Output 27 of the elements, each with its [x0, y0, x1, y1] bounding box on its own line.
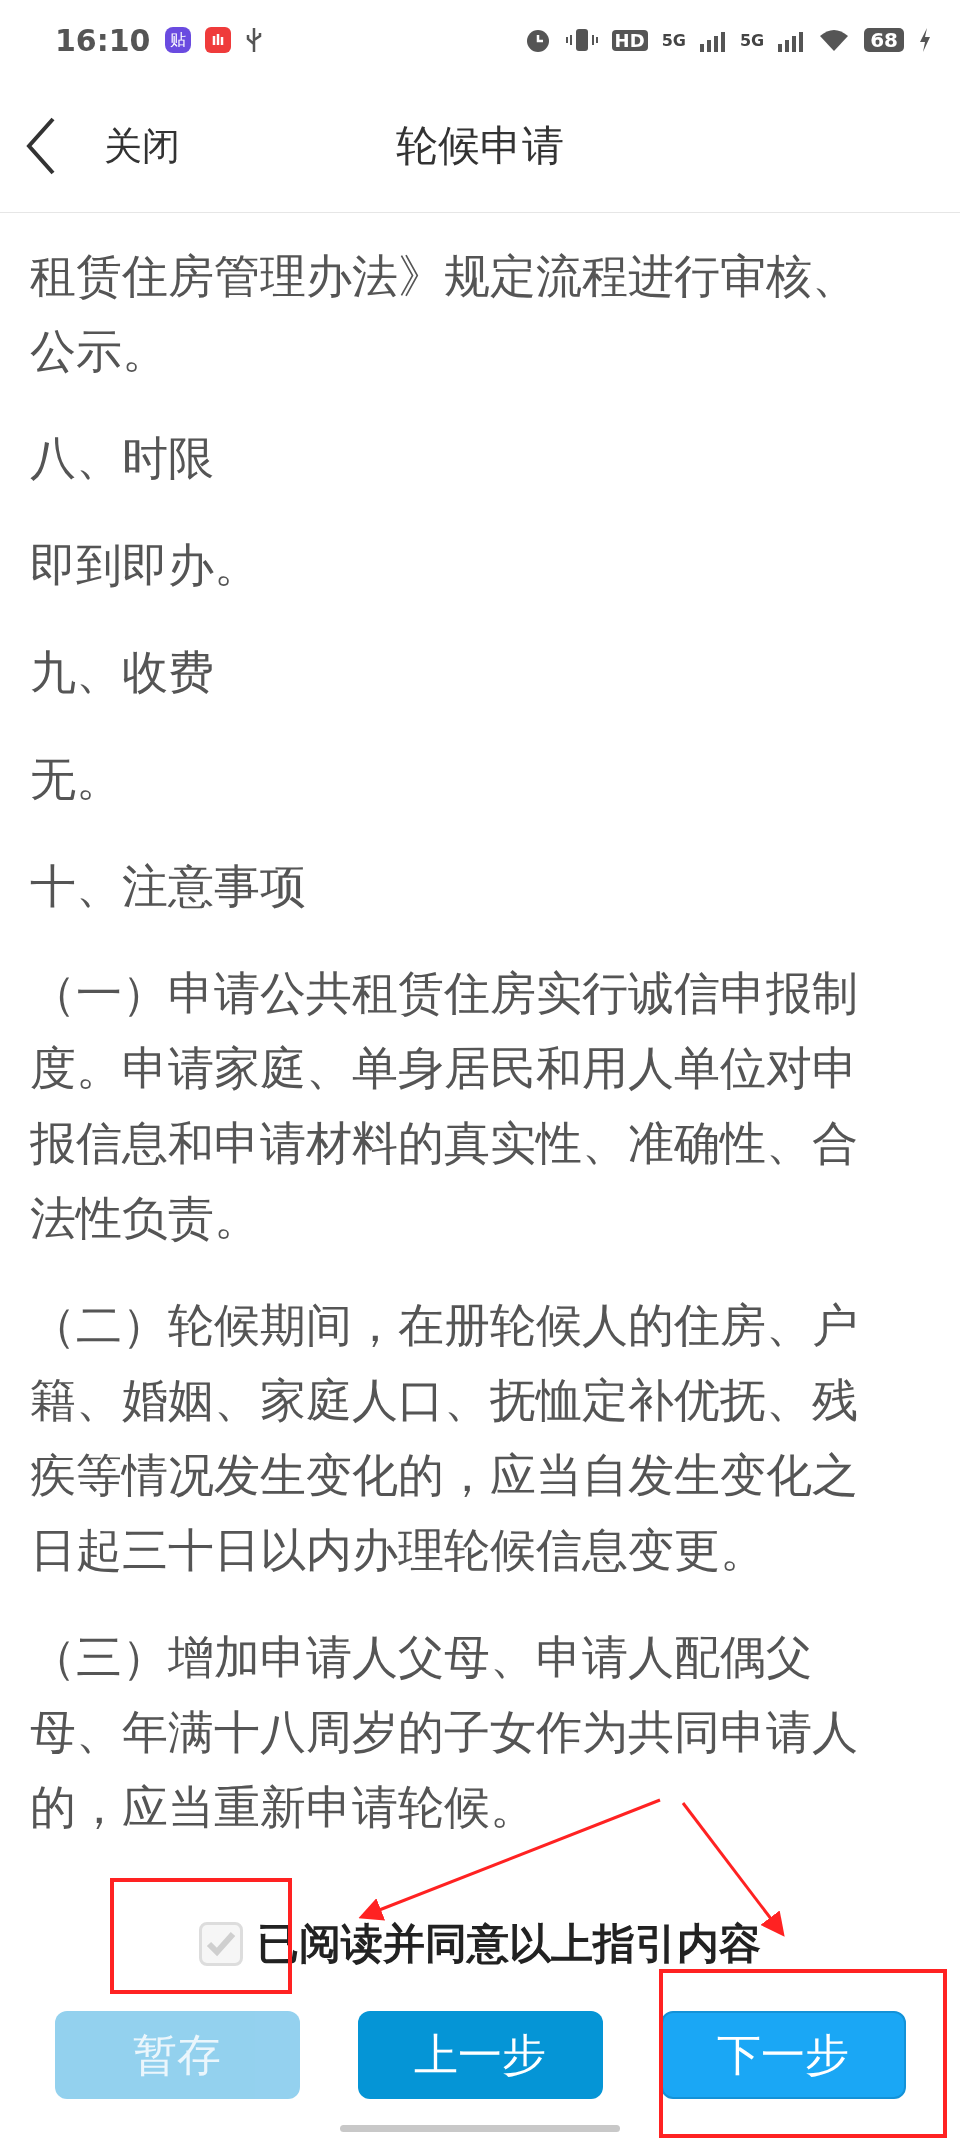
- guide-paragraph: 无。: [30, 751, 123, 808]
- guide-paragraph: （三）增加申请人父母、申请人配偶父母、年满十八周岁的子女作为共同申请人的，应当重新申请轮候。: [30, 1629, 859, 1836]
- close-button[interactable]: 关闭: [0, 117, 300, 175]
- network-label: 5G: [661, 30, 686, 50]
- network-label: 5G: [739, 30, 765, 50]
- app-notification-icon: 贴: [164, 27, 191, 53]
- battery-level: 68: [864, 28, 904, 52]
- vibrate-icon: [565, 26, 598, 54]
- wifi-icon: [818, 27, 851, 53]
- next-button[interactable]: 下一步: [660, 2011, 906, 2099]
- guide-paragraph: （一）申请公共租赁住房实行诚信申报制度。申请家庭、单身居民和用人单位对申报信息和申请材料的真实性、准确性、合法性负责。: [30, 965, 859, 1247]
- charging-icon: [918, 27, 932, 53]
- guide-paragraph: 即到即办。: [30, 537, 261, 594]
- guide-paragraph: 八、时限: [30, 430, 215, 487]
- guide-paragraph: 租赁住房管理办法》规定流程进行审核、公示。: [30, 248, 859, 380]
- back-icon: [26, 117, 56, 175]
- app-notification-icon: [204, 27, 231, 53]
- page-title: 轮候申请: [396, 120, 564, 172]
- guide-paragraph: （二）轮候期间，在册轮候人的住房、户籍、婚姻、家庭人口、抚恤定补优抚、残疾等情况发生变化的，应当自发生变化之日起三十日以内办理轮候信息变更。: [30, 1297, 859, 1579]
- prev-button[interactable]: 上一步: [357, 2011, 603, 2099]
- clock-time: 16:10: [55, 22, 151, 58]
- agree-checkbox[interactable]: [199, 1922, 243, 1966]
- usb-icon: [244, 26, 263, 54]
- check-icon: [206, 1931, 236, 1957]
- guide-paragraph: 九、收费: [30, 644, 215, 701]
- hd-label: HD: [611, 29, 648, 51]
- guide-paragraph: 十、注意事项: [30, 858, 307, 915]
